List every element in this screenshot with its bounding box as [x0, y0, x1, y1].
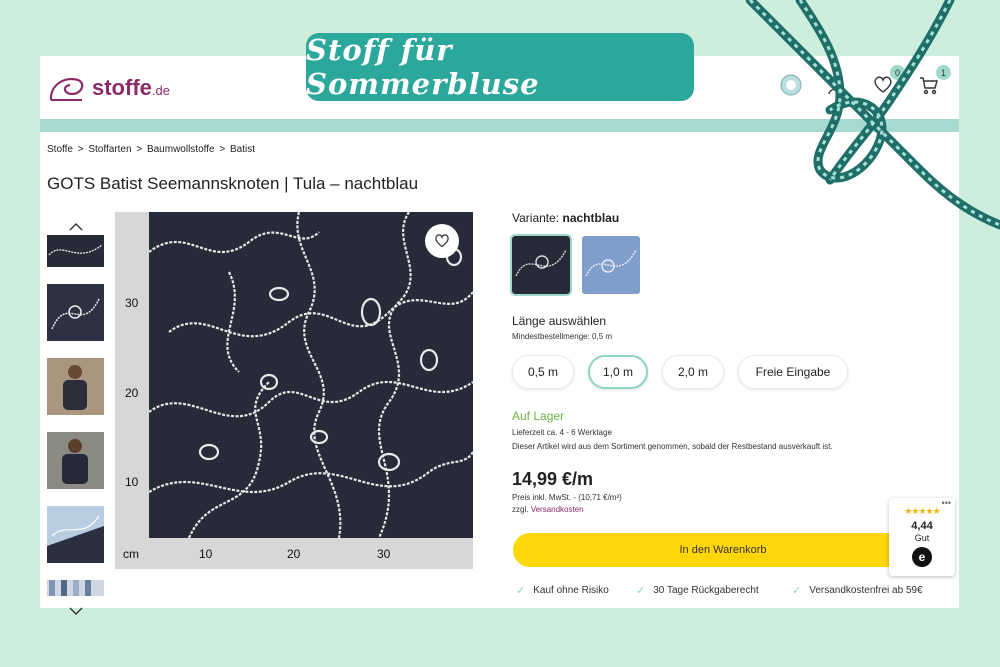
breadcrumb-separator: >: [136, 144, 143, 155]
thumbnail-image[interactable]: [47, 580, 104, 596]
product-title: GOTS Batist Seemannsknoten | Tula – nach…: [47, 174, 419, 193]
length-option-1-0[interactable]: 1,0 m: [588, 355, 648, 389]
discontinued-note: Dieser Artikel wird aus dem Sortiment ge…: [512, 442, 833, 451]
length-options: 0,5 m 1,0 m 2,0 m Freie Eingabe: [512, 355, 952, 389]
variant-value: nachtblau: [562, 211, 620, 225]
logo-swirl-icon: [49, 77, 84, 101]
shipping-note: zzgl. Versandkosten: [512, 505, 952, 514]
chevron-down-icon[interactable]: [47, 603, 105, 619]
thumbnail-image[interactable]: [47, 235, 104, 267]
swatch-hellblau[interactable]: [582, 236, 640, 294]
scale-label-x: 30: [377, 547, 391, 561]
product-options: Variante: nachtblau Länge auswählen Mind…: [510, 211, 952, 514]
thumbnail-image[interactable]: [47, 506, 104, 563]
breadcrumb-item[interactable]: Batist: [230, 144, 255, 155]
fabric-pattern-image: [149, 212, 473, 538]
thumbnail-image[interactable]: [47, 284, 104, 341]
usp-item: ✓ 30 Tage Rückgaberecht: [636, 584, 759, 597]
promo-banner: Stoff für Sommerbluse: [306, 33, 694, 101]
breadcrumb-separator: >: [77, 144, 84, 155]
usp-item: ✓ Versandkostenfrei ab 59€: [792, 584, 923, 597]
thumbnail-gallery: [47, 219, 105, 619]
breadcrumb: Stoffe > Stoffarten > Baumwollstoffe > B…: [47, 144, 257, 155]
usp-label: 30 Tage Rückgaberecht: [653, 585, 759, 596]
breadcrumb-item[interactable]: Baumwollstoffe: [147, 144, 215, 155]
usp-label: Kauf ohne Risiko: [533, 585, 609, 596]
scale-label-x: 10: [199, 547, 213, 561]
banner-title: Stoff für Sommerbluse: [306, 33, 540, 101]
logo-text: stoffe: [92, 75, 152, 100]
scale-label-y: 30: [125, 296, 139, 310]
main-product-image[interactable]: 30 20 10 10 20 30 cm: [115, 212, 473, 569]
usp-item: ✓ Kauf ohne Risiko: [516, 584, 609, 597]
length-option-custom[interactable]: Freie Eingabe: [738, 355, 848, 389]
add-to-cart-button[interactable]: In den Warenkorb: [513, 533, 933, 567]
stock-status: Auf Lager: [512, 409, 565, 423]
variant-label-text: Variante:: [512, 211, 560, 225]
shipping-prefix: zzgl.: [512, 505, 529, 514]
checkmark-icon: ✓: [792, 585, 802, 597]
scale-label-y: 10: [125, 475, 139, 489]
length-option-0-5[interactable]: 0,5 m: [512, 355, 574, 389]
breadcrumb-item[interactable]: Stoffe: [47, 144, 73, 155]
site-logo[interactable]: stoffe.de: [48, 66, 198, 110]
checkmark-icon: ✓: [636, 585, 646, 597]
variant-swatches: [510, 234, 952, 296]
breadcrumb-item[interactable]: Stoffarten: [88, 144, 131, 155]
delivery-time: Lieferzeit ca. 4 - 6 Werktage: [512, 428, 612, 437]
logo-tld: .de: [151, 83, 170, 98]
price: 14,99 €/m: [512, 469, 594, 489]
rating-score: 4,44: [911, 520, 933, 532]
length-title: Länge auswählen: [512, 314, 607, 328]
chevron-up-icon[interactable]: [47, 219, 105, 235]
scale-unit: cm: [123, 547, 139, 561]
more-options-icon[interactable]: •••: [942, 498, 951, 508]
rope-decoration-icon: [745, 0, 1000, 230]
breadcrumb-separator: >: [219, 144, 226, 155]
scale-label-x: 20: [287, 547, 301, 561]
scale-label-y: 20: [125, 386, 139, 400]
thumbnail-image[interactable]: [47, 432, 104, 489]
thumbnail-image[interactable]: [47, 358, 104, 415]
usp-label: Versandkostenfrei ab 59€: [809, 585, 923, 596]
min-order-note: Mindestbestellmenge: 0,5 m: [512, 332, 613, 341]
shipping-costs-link[interactable]: Versandkosten: [531, 505, 584, 514]
length-option-2-0[interactable]: 2,0 m: [662, 355, 724, 389]
swatch-nachtblau[interactable]: [510, 234, 572, 296]
trusted-shops-logo-icon: e: [912, 547, 932, 567]
rating-label: Gut: [914, 533, 930, 543]
checkmark-icon: ✓: [516, 585, 526, 597]
heart-icon: [435, 234, 449, 248]
trusted-shops-badge[interactable]: ••• ★★★★★ 4,44 Gut e: [889, 498, 955, 576]
tax-note: Preis inkl. MwSt. - (10,71 €/m²): [512, 493, 622, 502]
add-to-wishlist-button[interactable]: [425, 224, 459, 258]
